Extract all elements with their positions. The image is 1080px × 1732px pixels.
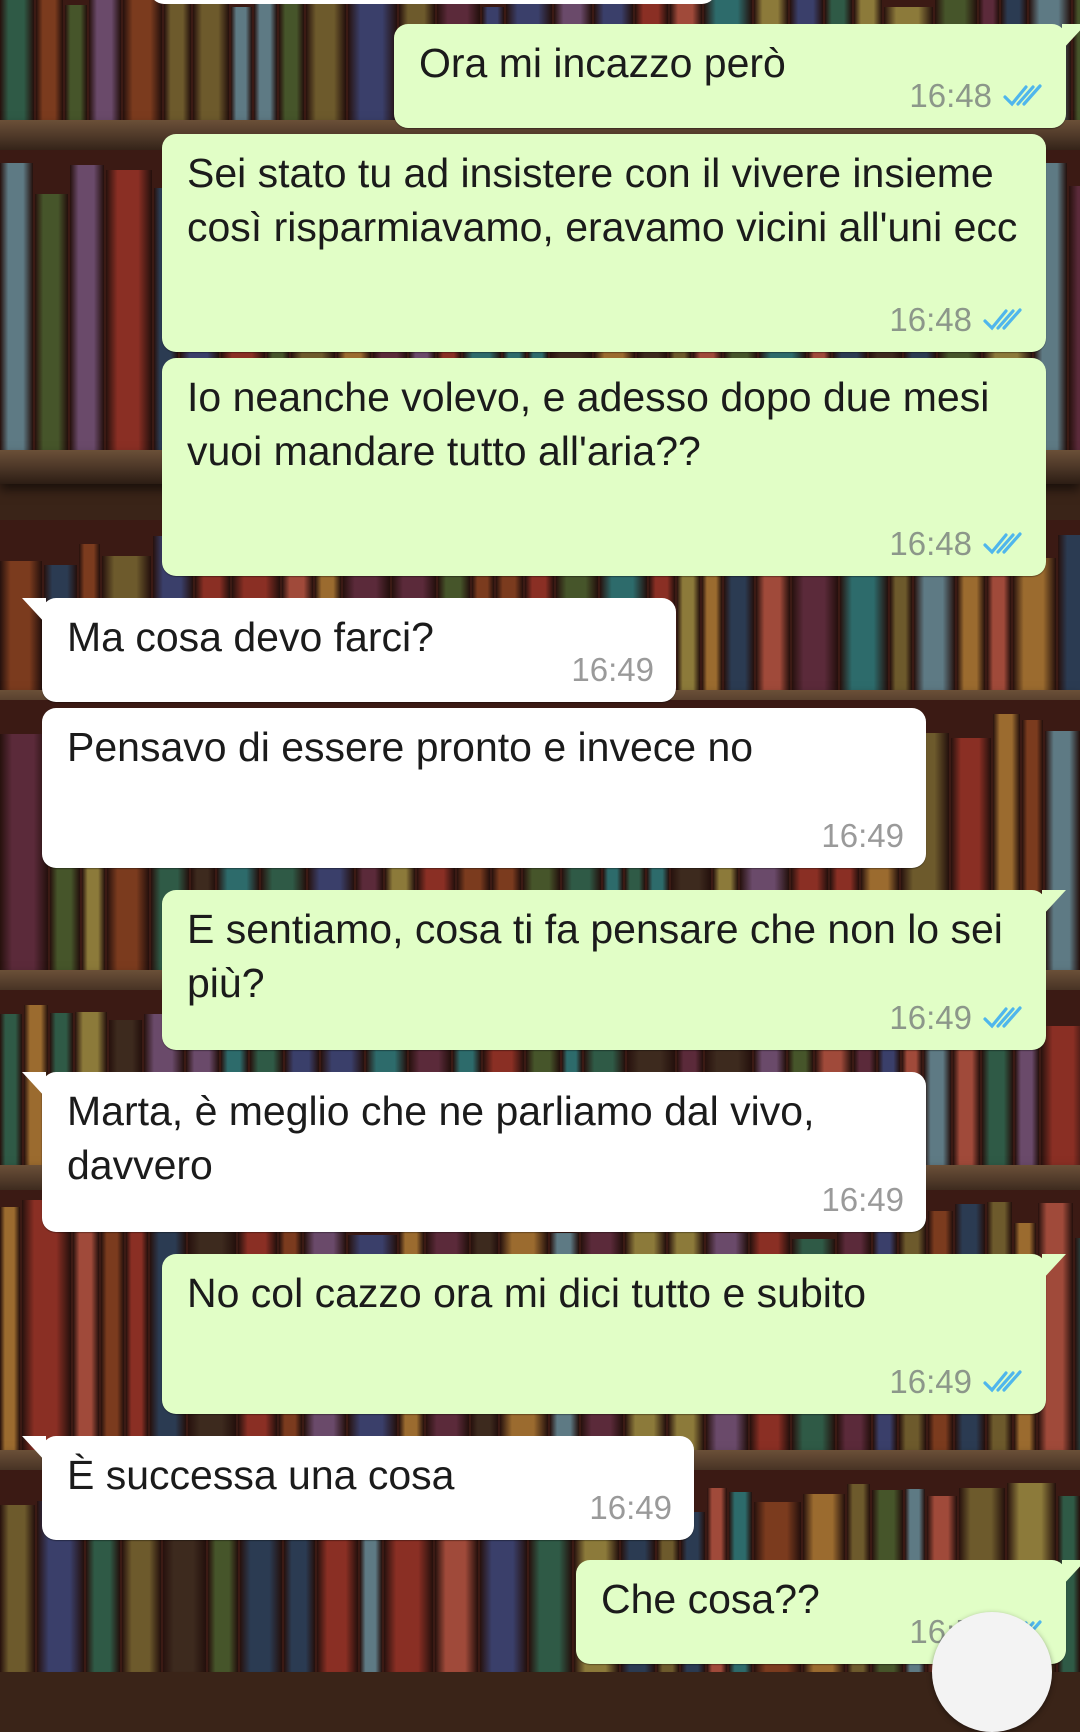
message-meta: 16:48 [889,526,1024,562]
bubble-tail [22,1072,46,1098]
message-text: È successa una cosa [67,1452,455,1498]
bubble-tail [1042,890,1066,916]
bubble-tail [22,598,46,624]
message-meta: 16:48 [909,78,1044,114]
message-text: Marta, è meglio che ne parliamo dal vivo… [67,1088,826,1188]
message-time: 16:48 [909,77,992,114]
message-time: 16:48 [889,301,972,338]
chat-view[interactable]: Ora mi incazzo però 16:48 Sei stato tu a… [0,0,1080,1732]
message-text: Sei stato tu ad insistere con il vivere … [187,150,1018,250]
message-bubble-outgoing[interactable]: No col cazzo ora mi dici tutto e subito … [162,1254,1066,1414]
message-meta: 16:49 [589,1490,672,1526]
bubble-tail [1042,1254,1066,1280]
message-time: 16:49 [589,1489,672,1526]
message-text: Pensavo di essere pronto e invece no [67,724,754,770]
double-check-read-icon [1003,84,1042,107]
message-bubble-outgoing[interactable]: E sentiamo, cosa ti fa pensare che non l… [162,890,1066,1050]
message-text: No col cazzo ora mi dici tutto e subito [187,1270,867,1316]
message-bubble-outgoing[interactable]: Ora mi incazzo però 16:48 [394,24,1080,128]
message-meta: 16:49 [821,818,904,854]
message-time: 16:49 [571,651,654,688]
message-bubble-outgoing[interactable]: Sei stato tu ad insistere con il vivere … [162,134,1046,352]
double-check-read-icon [983,532,1022,555]
bubble-tail [22,1436,46,1462]
message-text: Io neanche volevo, e adesso dopo due mes… [187,374,1001,474]
message-meta: 16:49 [821,1182,904,1218]
message-text: E sentiamo, cosa ti fa pensare che non l… [187,906,1015,1006]
bubble-tail [1062,1560,1080,1586]
message-bubble-incoming[interactable]: È successa una cosa 16:49 [22,1436,694,1540]
bubble-tail [1062,24,1080,50]
scroll-down-button[interactable] [932,1612,1052,1732]
message-time: 16:48 [889,525,972,562]
message-time: 16:49 [889,1363,972,1400]
message-bubble-incoming[interactable]: Ma cosa devo farci? 16:49 [22,598,676,702]
message-bubble-outgoing[interactable]: Io neanche volevo, e adesso dopo due mes… [162,358,1046,576]
message-time: 16:49 [821,1181,904,1218]
message-meta: 16:49 [571,652,654,688]
message-time: 16:49 [889,999,972,1036]
double-check-read-icon [983,308,1022,331]
message-bubble-incoming[interactable]: Pensavo di essere pronto e invece no 16:… [42,708,926,868]
message-bubble-incoming[interactable]: Marta, è meglio che ne parliamo dal vivo… [22,1072,926,1232]
message-meta: 16:49 [889,1000,1024,1036]
double-check-read-icon [983,1006,1022,1029]
message-meta: 16:49 [889,1364,1024,1400]
message-time: 16:49 [821,817,904,854]
double-check-read-icon [983,1370,1022,1393]
message-meta: 16:48 [889,302,1024,338]
previous-message-bubble-edge [150,0,716,4]
message-text: Ma cosa devo farci? [67,614,434,660]
